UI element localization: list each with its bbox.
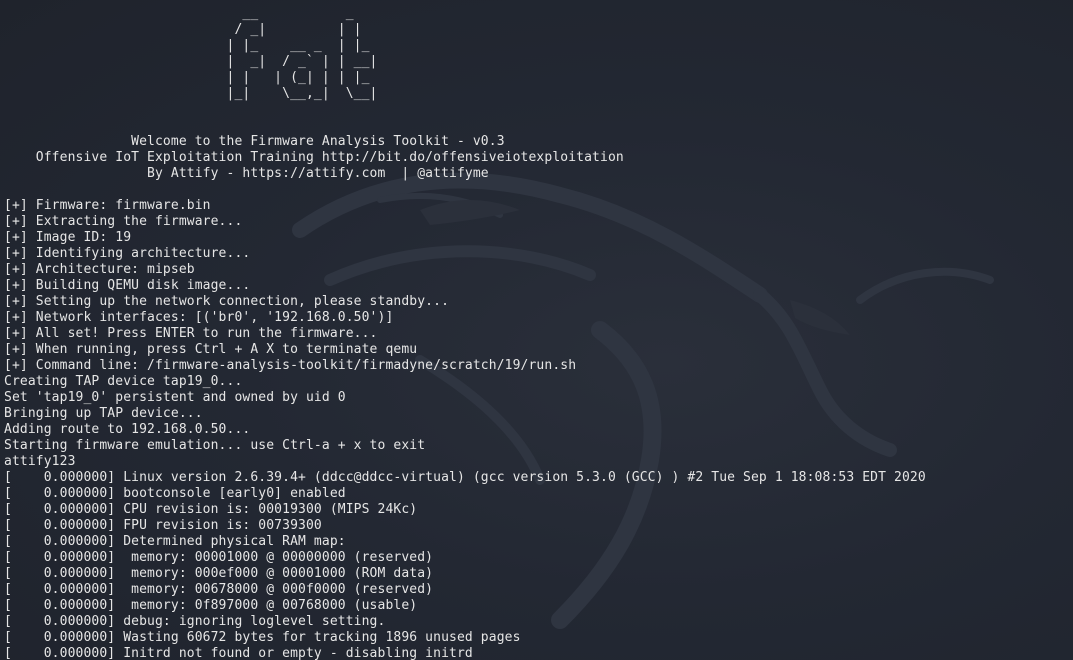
terminal-line: | _| / _` | | __|	[4, 54, 378, 69]
terminal-line: | | | (_| | | |_	[4, 70, 370, 85]
terminal-line: By Attify - https://attify.com | @attify…	[4, 166, 489, 181]
terminal-line: Adding route to 192.168.0.50...	[4, 422, 251, 437]
terminal-output[interactable]: __ _ / _| | | | |_ __ _ | |_ | _| / _` |…	[4, 6, 926, 660]
terminal-line: __ _	[4, 6, 354, 21]
terminal-line: [ 0.000000] Wasting 60672 bytes for trac…	[4, 630, 521, 645]
terminal-line: [+] When running, press Ctrl + A X to te…	[4, 342, 418, 357]
terminal-line: [ 0.000000] memory: 00001000 @ 00000000 …	[4, 550, 434, 565]
terminal-line: [ 0.000000] FPU revision is: 00739300	[4, 518, 322, 533]
terminal-line: Starting firmware emulation... use Ctrl-…	[4, 438, 426, 453]
terminal-line: Creating TAP device tap19_0...	[4, 374, 243, 389]
terminal-line: Offensive IoT Exploitation Training http…	[4, 150, 624, 165]
terminal-line: [+] Identifying architecture...	[4, 246, 251, 261]
terminal-line: [ 0.000000] debug: ignoring loglevel set…	[4, 614, 386, 629]
terminal-line: [+] Command line: /firmware-analysis-too…	[4, 358, 577, 373]
terminal-line: [+] Setting up the network connection, p…	[4, 294, 450, 309]
terminal-line: [+] Extracting the firmware...	[4, 214, 243, 229]
terminal-line: [ 0.000000] memory: 0f897000 @ 00768000 …	[4, 598, 418, 613]
terminal-line: [ 0.000000] memory: 00678000 @ 000f0000 …	[4, 582, 434, 597]
terminal-line: [+] All set! Press ENTER to run the firm…	[4, 326, 378, 341]
terminal-line: [+] Architecture: mipseb	[4, 262, 195, 277]
terminal-line: |_| \__,_| \__|	[4, 86, 378, 101]
terminal-line: Welcome to the Firmware Analysis Toolkit…	[4, 134, 505, 149]
terminal-line: Bringing up TAP device...	[4, 406, 203, 421]
terminal-line: [ 0.000000] CPU revision is: 00019300 (M…	[4, 502, 418, 517]
terminal-line: [ 0.000000] memory: 000ef000 @ 00001000 …	[4, 566, 434, 581]
terminal-window[interactable]: __ _ / _| | | | |_ __ _ | |_ | _| / _` |…	[0, 0, 1073, 660]
terminal-line: [+] Network interfaces: [('br0', '192.16…	[4, 310, 394, 325]
terminal-line: [+] Building QEMU disk image...	[4, 278, 251, 293]
terminal-line: [ 0.000000] Initrd not found or empty - …	[4, 646, 473, 660]
terminal-line: [ 0.000000] bootconsole [early0] enabled	[4, 486, 346, 501]
terminal-line: [+] Image ID: 19	[4, 230, 132, 245]
terminal-line: / _| | |	[4, 22, 362, 37]
terminal-line: [ 0.000000] Linux version 2.6.39.4+ (ddc…	[4, 470, 926, 485]
terminal-line: [ 0.000000] Determined physical RAM map:	[4, 534, 346, 549]
terminal-line: attify123	[4, 454, 76, 469]
terminal-line: [+] Firmware: firmware.bin	[4, 198, 211, 213]
terminal-line: Set 'tap19_0' persistent and owned by ui…	[4, 390, 346, 405]
terminal-line: | |_ __ _ | |_	[4, 38, 370, 53]
